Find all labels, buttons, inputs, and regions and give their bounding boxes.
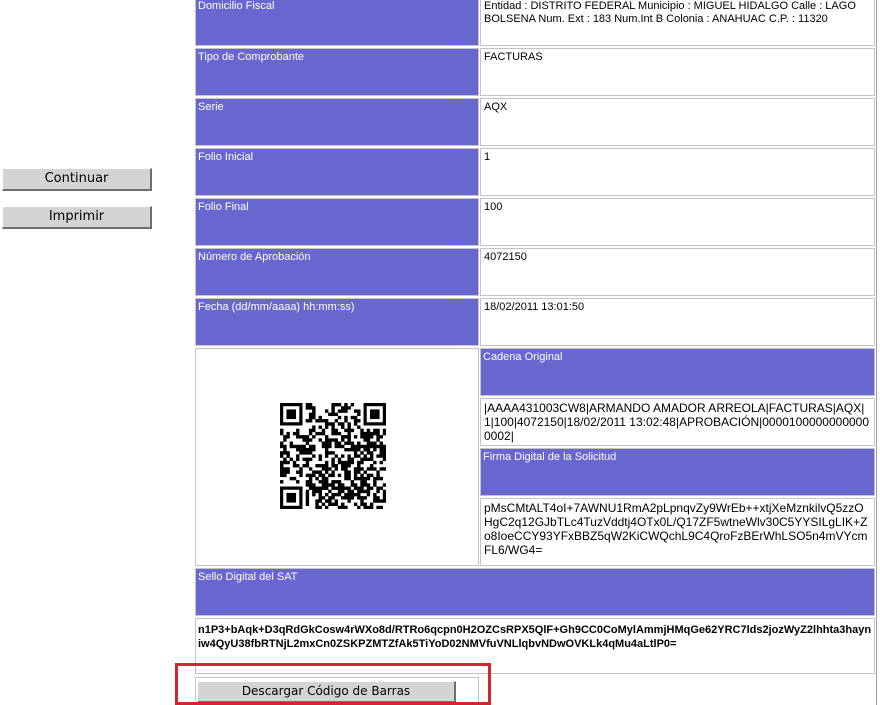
row-value-fecha: 18/02/2011 13:01:50 xyxy=(480,298,875,346)
cadena-original-value: |AAAA431003CW8|ARMANDO AMADOR ARREOLA|FA… xyxy=(480,398,875,446)
cadena-original-label: Cadena Original xyxy=(480,348,875,396)
firma-digital-value: pMsCMtALT4oI+7AWNU1RmA2pLpnqvZy9WrEb++xt… xyxy=(480,498,875,566)
row-value-numero-aprobacion: 4072150 xyxy=(480,248,875,296)
sello-digital-label: Sello Digital del SAT xyxy=(195,568,875,616)
row-label-serie: Serie xyxy=(195,98,479,146)
qr-code-icon xyxy=(280,403,387,510)
row-label-domicilio-fiscal: Domicilio Fiscal xyxy=(195,0,479,46)
page-right-border xyxy=(876,0,877,705)
row-label-folio-final: Folio Final xyxy=(195,198,479,246)
row-value-folio-final: 100 xyxy=(480,198,875,246)
row-value-serie: AQX xyxy=(480,98,875,146)
row-label-numero-aprobacion: Número de Aprobación xyxy=(195,248,479,296)
row-label-fecha: Fecha (dd/mm/aaaa) hh:mm:ss) xyxy=(195,298,479,346)
imprimir-button[interactable]: Imprimir xyxy=(2,206,152,229)
row-value-tipo-comprobante: FACTURAS xyxy=(480,48,875,96)
row-label-folio-inicial: Folio Inicial xyxy=(195,148,479,196)
highlight-box xyxy=(175,663,491,705)
row-value-domicilio-fiscal: Entidad : DISTRITO FEDERAL Municipio : M… xyxy=(480,0,875,46)
row-value-folio-inicial: 1 xyxy=(480,148,875,196)
continuar-button[interactable]: Continuar xyxy=(2,168,152,191)
firma-digital-label: Firma Digital de la Solicitud xyxy=(480,448,875,496)
row-label-tipo-comprobante: Tipo de Comprobante xyxy=(195,48,479,96)
